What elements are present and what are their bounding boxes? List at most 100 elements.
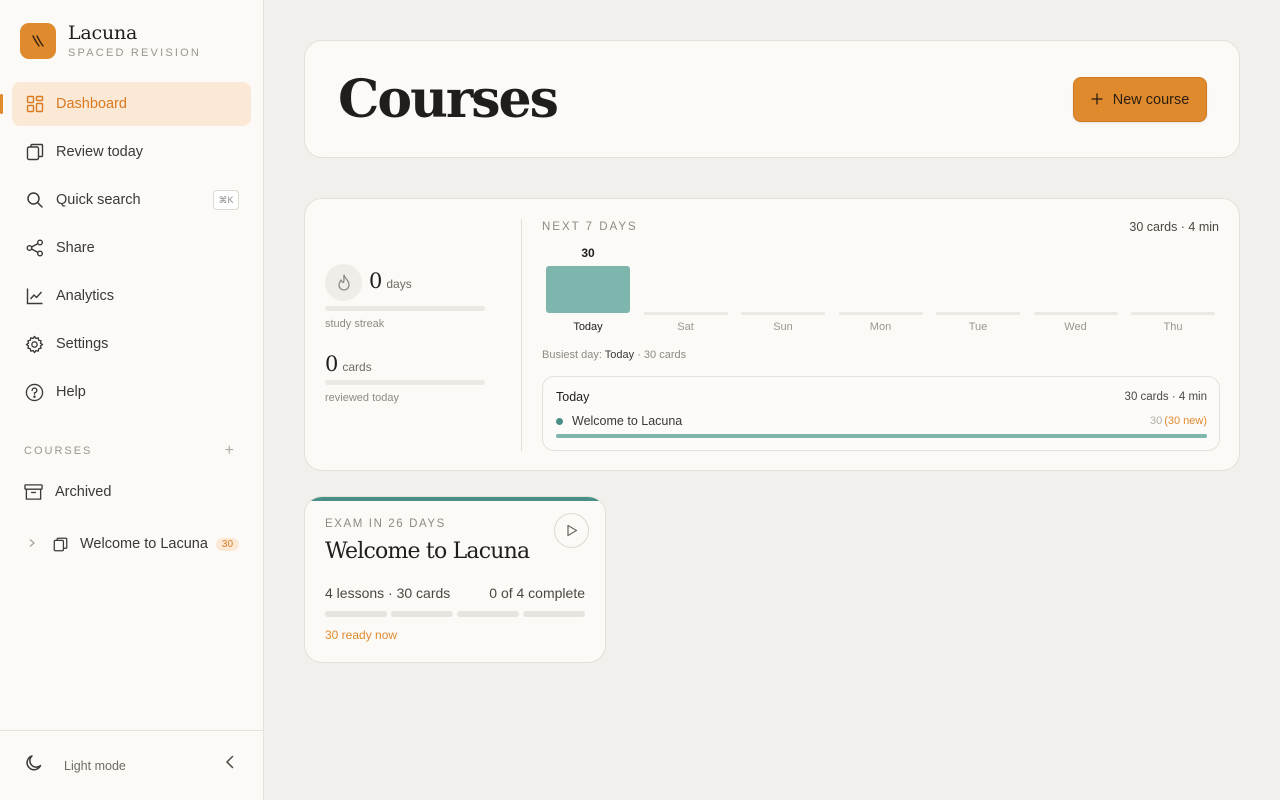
forecast-day-label: Today <box>573 321 603 333</box>
busiest-suffix: · 30 cards <box>637 349 687 361</box>
busiest-prefix: Busiest day: <box>542 349 602 361</box>
forecast-bar-empty <box>741 312 825 315</box>
nav-item-quick-search[interactable]: Quick search ⌘K <box>12 178 251 222</box>
streak-progress-bar <box>325 306 485 311</box>
nav-item-dashboard[interactable]: Dashboard <box>0 82 251 126</box>
lesson-bar <box>391 611 453 617</box>
nav-label: Dashboard <box>56 96 127 112</box>
today-breakdown[interactable]: Today 30 cards · 4 min Welcome to Lacuna… <box>542 376 1220 451</box>
forecast-bar-empty <box>1131 312 1215 315</box>
nav-label: Review today <box>56 144 144 160</box>
forecast-day-label: Sat <box>677 321 694 333</box>
help-icon <box>25 383 44 402</box>
forecast-day-label: Mon <box>869 321 892 333</box>
today-title: Today <box>556 390 590 404</box>
lacuna-logo-icon <box>20 22 56 59</box>
course-card[interactable]: EXAM IN 26 DAYS Welcome to Lacuna 4 less… <box>304 496 606 663</box>
nav-label: Settings <box>56 336 109 352</box>
forecast-day-today[interactable]: 30 Today <box>542 243 630 337</box>
sidebar-course-welcome[interactable]: Welcome to Lacuna 30 <box>28 532 240 556</box>
today-course-row[interactable]: Welcome to Lacuna <box>556 414 682 428</box>
courses-heading: COURSES <box>24 445 93 457</box>
forecast-day-label: Tue <box>968 321 988 333</box>
main-nav: Dashboard Review today Quick search ⌘K S… <box>0 82 251 418</box>
new-course-button[interactable]: New course <box>1073 77 1207 122</box>
collapse-sidebar-icon[interactable] <box>225 755 235 774</box>
sidebar-footer: Light mode <box>0 730 263 800</box>
forecast-value-label: 30 <box>581 246 595 260</box>
archived-label: Archived <box>55 484 112 500</box>
reviewed-unit: cards <box>342 360 372 374</box>
flame-icon <box>325 264 362 301</box>
busiest-day-name: Today <box>604 349 635 361</box>
forecast-bar <box>546 266 630 313</box>
streak-value: 0 days <box>369 269 412 293</box>
nav-item-settings[interactable]: Settings <box>12 322 251 366</box>
forecast-day-tue[interactable]: Tue <box>932 243 1020 337</box>
forecast-bar-empty <box>1033 312 1118 315</box>
nav-item-share[interactable]: Share <box>12 226 251 270</box>
archived-link[interactable]: Archived <box>24 480 111 504</box>
busiest-day: Busiest day: Today · 30 cards <box>542 349 686 361</box>
brand-subtitle: SPACED REVISION <box>68 47 202 59</box>
course-accent-bar <box>305 497 605 501</box>
reviewed-value: 0 cards <box>325 352 372 376</box>
today-course-name: Welcome to Lacuna <box>572 414 683 428</box>
nav-label: Help <box>56 384 86 400</box>
lesson-bar <box>457 611 519 617</box>
forecast-bar-empty <box>643 312 728 315</box>
exam-countdown: EXAM IN 26 DAYS <box>325 518 446 530</box>
play-icon[interactable] <box>554 513 589 548</box>
forecast-day-wed[interactable]: Wed <box>1030 243 1118 337</box>
add-course-button[interactable]: + <box>225 442 234 460</box>
forecast-day-label: Sun <box>773 321 793 333</box>
theme-mode-label[interactable]: Light mode <box>64 759 126 773</box>
sidebar-course-label: Welcome to Lacuna <box>80 536 208 552</box>
lesson-progress-bars <box>325 611 589 617</box>
dashboard-icon <box>25 95 44 114</box>
page-header: Courses New course <box>304 40 1240 158</box>
forecast-day-label: Thu <box>1163 321 1183 333</box>
archive-icon <box>24 483 43 502</box>
today-progress-bar <box>556 434 1207 438</box>
nav-item-review-today[interactable]: Review today <box>12 130 251 174</box>
shortcut-badge: ⌘K <box>213 190 239 210</box>
forecast-day-sun[interactable]: Sun <box>737 243 825 337</box>
sidebar: Lacuna SPACED REVISION Dashboard Review … <box>0 0 264 800</box>
brand[interactable]: Lacuna SPACED REVISION <box>20 22 201 59</box>
plus-icon <box>1091 89 1103 110</box>
brand-name: Lacuna <box>68 22 138 44</box>
forecast-bar-empty <box>936 312 1020 315</box>
page-title: Courses <box>338 69 559 130</box>
forecast-day-mon[interactable]: Mon <box>835 243 923 337</box>
reviewed-label: reviewed today <box>325 392 399 404</box>
reviewed-progress-bar <box>325 380 485 385</box>
moon-icon[interactable] <box>24 753 44 778</box>
share-icon <box>25 239 44 258</box>
reviewed-number: 0 <box>325 352 339 376</box>
due-count-badge: 30 <box>215 537 240 551</box>
forecast-day-thu[interactable]: Thu <box>1127 243 1215 337</box>
nav-item-analytics[interactable]: Analytics <box>12 274 251 318</box>
nav-label: Analytics <box>56 288 115 304</box>
nav-label: Quick search <box>56 192 141 208</box>
streak-unit: days <box>386 277 412 291</box>
divider <box>521 219 522 451</box>
today-summary: 30 cards · 4 min <box>1124 391 1207 403</box>
courses-section-header: COURSES + <box>24 442 234 460</box>
cards-icon <box>25 143 44 162</box>
forecast-chart: 30 Today Sat Sun Mon Tue Wed Thu <box>542 243 1221 337</box>
nav-item-help[interactable]: Help <box>12 370 251 414</box>
today-new-count: (30 new) <box>1164 415 1207 427</box>
lesson-bar <box>325 611 387 617</box>
streak-label: study streak <box>325 318 385 330</box>
today-course-count: 30 (30 new) <box>1150 415 1207 427</box>
analytics-icon <box>25 287 44 306</box>
forecast-summary: 30 cards · 4 min <box>1129 220 1219 234</box>
course-color-dot <box>556 417 563 425</box>
ready-now-link[interactable]: 30 ready now <box>325 628 397 642</box>
course-completion: 0 of 4 complete <box>489 585 585 601</box>
chevron-right-icon[interactable] <box>28 537 38 551</box>
cards-icon <box>52 536 68 552</box>
forecast-day-sat[interactable]: Sat <box>640 243 728 337</box>
